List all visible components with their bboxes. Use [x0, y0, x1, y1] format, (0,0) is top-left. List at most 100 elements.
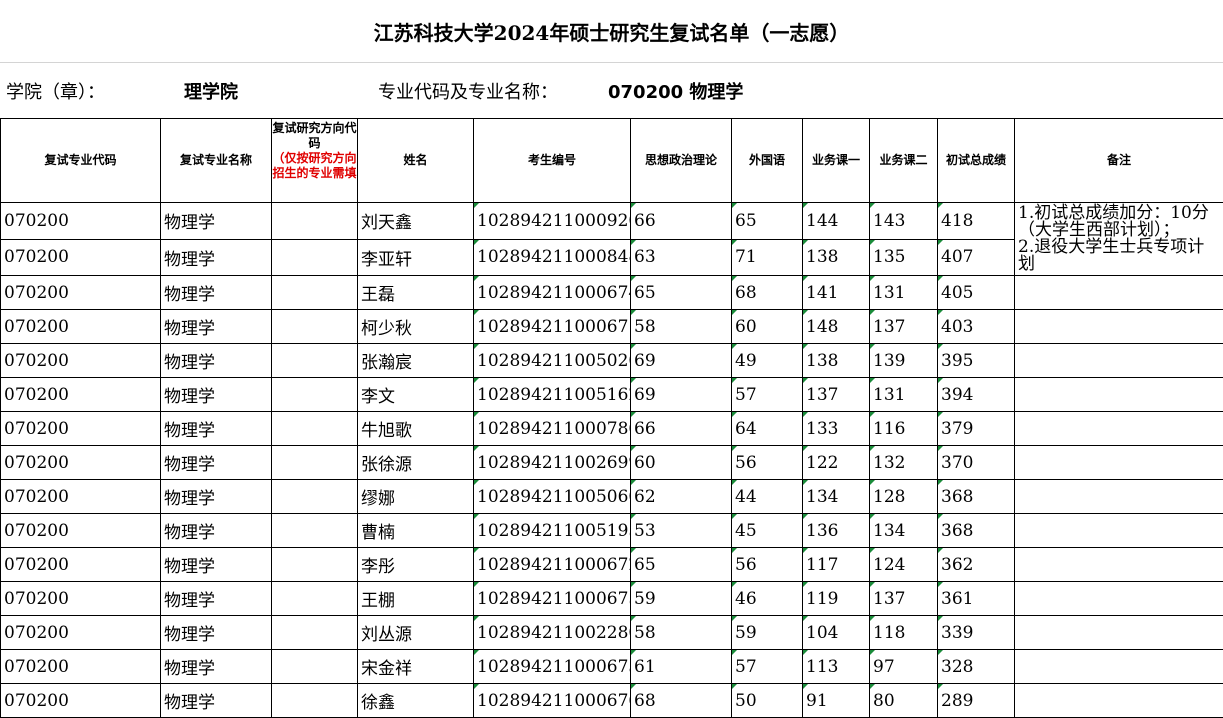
cell-code[interactable]: 070200 [1, 582, 161, 616]
cell-remark[interactable] [1015, 650, 1223, 684]
cell-course2[interactable]: 116 [870, 412, 938, 446]
header-student[interactable]: 姓名 [358, 119, 474, 203]
cell-direction[interactable] [272, 344, 358, 378]
cell-direction[interactable] [272, 310, 358, 344]
cell-foreign[interactable]: 68 [732, 276, 803, 310]
cell-foreign[interactable]: 64 [732, 412, 803, 446]
cell-code[interactable]: 070200 [1, 684, 161, 718]
cell-exam-id[interactable]: 102894211000673 [474, 650, 631, 684]
cell-remark[interactable]: 1.初试总成绩加分：10分（大学生西部计划）；2.退役大学生士兵专项计划 [1015, 203, 1223, 276]
cell-course2[interactable]: 124 [870, 548, 938, 582]
cell-politics[interactable]: 69 [631, 344, 732, 378]
cell-course1[interactable]: 134 [803, 480, 870, 514]
cell-course1[interactable]: 122 [803, 446, 870, 480]
cell-exam-id[interactable]: 102894211000674 [474, 276, 631, 310]
cell-student[interactable]: 张徐源 [358, 446, 474, 480]
cell-major[interactable]: 物理学 [161, 378, 272, 412]
cell-major[interactable]: 物理学 [161, 344, 272, 378]
cell-direction[interactable] [272, 276, 358, 310]
cell-foreign[interactable]: 57 [732, 650, 803, 684]
cell-code[interactable]: 070200 [1, 276, 161, 310]
cell-direction[interactable] [272, 684, 358, 718]
cell-student[interactable]: 李亚轩 [358, 239, 474, 276]
cell-major[interactable]: 物理学 [161, 310, 272, 344]
cell-code[interactable]: 070200 [1, 548, 161, 582]
header-foreign[interactable]: 外国语 [732, 119, 803, 203]
cell-student[interactable]: 刘天鑫 [358, 203, 474, 240]
cell-code[interactable]: 070200 [1, 378, 161, 412]
cell-exam-id[interactable]: 102894211000675 [474, 582, 631, 616]
cell-course2[interactable]: 97 [870, 650, 938, 684]
cell-major[interactable]: 物理学 [161, 276, 272, 310]
cell-remark[interactable] [1015, 548, 1223, 582]
header-direction[interactable]: 复试研究方向代码 （仅按研究方向招生的专业需填 [272, 119, 358, 203]
cell-course1[interactable]: 133 [803, 412, 870, 446]
cell-direction[interactable] [272, 480, 358, 514]
cell-course2[interactable]: 131 [870, 276, 938, 310]
cell-foreign[interactable]: 56 [732, 548, 803, 582]
cell-student[interactable]: 宋金祥 [358, 650, 474, 684]
cell-code[interactable]: 070200 [1, 616, 161, 650]
cell-politics[interactable]: 58 [631, 310, 732, 344]
cell-code[interactable]: 070200 [1, 344, 161, 378]
cell-major[interactable]: 物理学 [161, 514, 272, 548]
cell-course1[interactable]: 104 [803, 616, 870, 650]
cell-total[interactable]: 339 [938, 616, 1015, 650]
cell-major[interactable]: 物理学 [161, 412, 272, 446]
cell-exam-id[interactable]: 102894211000676 [474, 684, 631, 718]
cell-course2[interactable]: 131 [870, 378, 938, 412]
cell-politics[interactable]: 59 [631, 582, 732, 616]
cell-exam-id[interactable]: 102894211002280 [474, 616, 631, 650]
cell-code[interactable]: 070200 [1, 446, 161, 480]
cell-remark[interactable] [1015, 378, 1223, 412]
cell-foreign[interactable]: 59 [732, 616, 803, 650]
cell-exam-id[interactable]: 102894211000848 [474, 239, 631, 276]
cell-student[interactable]: 李彤 [358, 548, 474, 582]
cell-total[interactable]: 379 [938, 412, 1015, 446]
cell-course1[interactable]: 148 [803, 310, 870, 344]
cell-politics[interactable]: 66 [631, 203, 732, 240]
cell-exam-id[interactable]: 102894211005060 [474, 480, 631, 514]
cell-course1[interactable]: 137 [803, 378, 870, 412]
cell-exam-id[interactable]: 102894211002699 [474, 446, 631, 480]
cell-direction[interactable] [272, 446, 358, 480]
cell-student[interactable]: 刘丛源 [358, 616, 474, 650]
cell-total[interactable]: 407 [938, 239, 1015, 276]
header-course2[interactable]: 业务课二 [870, 119, 938, 203]
cell-direction[interactable] [272, 203, 358, 240]
cell-course1[interactable]: 117 [803, 548, 870, 582]
cell-direction[interactable] [272, 514, 358, 548]
cell-student[interactable]: 王棚 [358, 582, 474, 616]
cell-remark[interactable] [1015, 514, 1223, 548]
cell-direction[interactable] [272, 616, 358, 650]
cell-direction[interactable] [272, 412, 358, 446]
cell-code[interactable]: 070200 [1, 480, 161, 514]
cell-major[interactable]: 物理学 [161, 582, 272, 616]
cell-politics[interactable]: 66 [631, 412, 732, 446]
cell-course1[interactable]: 91 [803, 684, 870, 718]
cell-exam-id[interactable]: 102894211005162 [474, 378, 631, 412]
cell-direction[interactable] [272, 239, 358, 276]
cell-course1[interactable]: 138 [803, 344, 870, 378]
cell-course2[interactable]: 128 [870, 480, 938, 514]
cell-total[interactable]: 405 [938, 276, 1015, 310]
header-remark[interactable]: 备注 [1015, 119, 1223, 203]
cell-course2[interactable]: 118 [870, 616, 938, 650]
cell-politics[interactable]: 69 [631, 378, 732, 412]
cell-code[interactable]: 070200 [1, 239, 161, 276]
cell-code[interactable]: 070200 [1, 310, 161, 344]
cell-foreign[interactable]: 45 [732, 514, 803, 548]
cell-total[interactable]: 368 [938, 514, 1015, 548]
cell-foreign[interactable]: 71 [732, 239, 803, 276]
cell-politics[interactable]: 65 [631, 548, 732, 582]
cell-code[interactable]: 070200 [1, 412, 161, 446]
cell-course1[interactable]: 141 [803, 276, 870, 310]
cell-course1[interactable]: 136 [803, 514, 870, 548]
cell-exam-id[interactable]: 102894211005195 [474, 514, 631, 548]
cell-foreign[interactable]: 46 [732, 582, 803, 616]
cell-course2[interactable]: 80 [870, 684, 938, 718]
cell-student[interactable]: 曹楠 [358, 514, 474, 548]
cell-major[interactable]: 物理学 [161, 684, 272, 718]
cell-major[interactable]: 物理学 [161, 650, 272, 684]
cell-direction[interactable] [272, 582, 358, 616]
